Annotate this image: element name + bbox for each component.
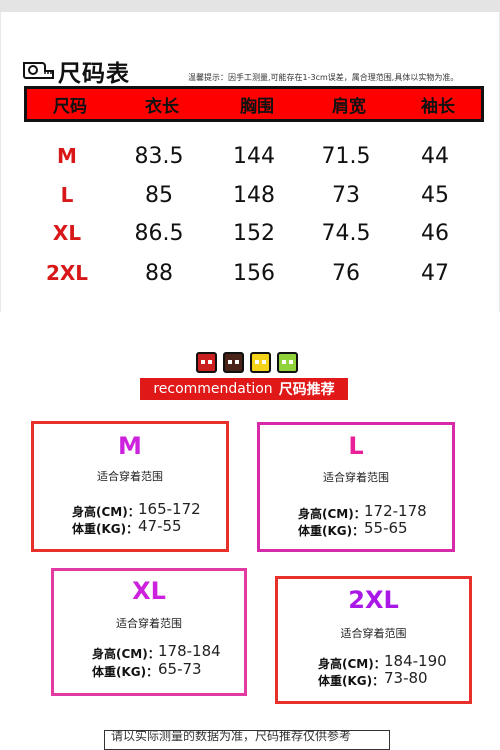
table-row: XL 86.5 152 74.5 46 (24, 215, 484, 251)
cell-length: 86.5 (134, 220, 184, 246)
size-chart-title: 尺码表 (58, 61, 130, 87)
cell-length: 85 (145, 182, 173, 208)
cell-sleeve: 45 (421, 182, 449, 208)
header-shoulder: 肩宽 (332, 96, 366, 117)
card-height-value: 178-184 (158, 642, 221, 660)
cell-size: L (60, 183, 74, 207)
table-row: 2XL 88 156 76 47 (24, 255, 484, 291)
cell-shoulder: 71.5 (321, 143, 371, 169)
card-weight-value: 47-55 (138, 517, 182, 535)
card-height-label: 身高(CM)： (92, 647, 160, 661)
card-height-label: 身高(CM)： (318, 657, 386, 671)
green-block-icon (277, 352, 298, 373)
size-table-header: 尺码 衣长 胸围 肩宽 袖长 (24, 86, 484, 122)
card-fit-range-label: 适合穿着范围 (323, 471, 389, 484)
table-row: M 83.5 144 71.5 44 (24, 138, 484, 174)
header-size: 尺码 (53, 96, 87, 117)
card-weight-value: 55-65 (364, 519, 408, 537)
header-length: 衣长 (145, 96, 179, 117)
cell-shoulder: 76 (332, 260, 360, 286)
card-fit-range-label: 适合穿着范围 (97, 470, 163, 483)
measuring-tape-icon (23, 62, 54, 79)
card-size-label: 2XL (348, 586, 399, 614)
card-size-label: XL (132, 577, 166, 605)
divider-left (0, 12, 1, 312)
cell-chest: 156 (233, 260, 275, 286)
size-chart-header: 尺码表 温馨提示：因手工测量,可能存在1-3cm误差，属合理范围,具体以实物为准… (22, 54, 492, 87)
size-card-m: M 适合穿着范围 身高(CM)： 165-172 体重(KG)： 47-55 (31, 421, 229, 552)
card-weight-label: 体重(KG)： (298, 524, 365, 538)
recommendation-icons (196, 352, 300, 374)
card-height-value: 184-190 (384, 652, 447, 670)
cell-chest: 152 (233, 220, 275, 246)
card-fit-range-label: 适合穿着范围 (340, 627, 407, 640)
table-row: L 85 148 73 45 (24, 177, 484, 213)
card-size-label: L (348, 432, 364, 460)
card-height-value: 165-172 (138, 500, 201, 518)
size-card-l: L 适合穿着范围 身高(CM)： 172-178 体重(KG)： 55-65 (257, 422, 455, 552)
card-height-value: 172-178 (364, 502, 427, 520)
card-height-label: 身高(CM)： (72, 505, 140, 519)
card-fit-range-label: 适合穿着范围 (116, 617, 182, 630)
cell-shoulder: 74.5 (321, 220, 371, 246)
cell-chest: 148 (233, 182, 275, 208)
footer-note: 请以实际测量的数据为准，尺码推荐仅供参考 (104, 730, 390, 750)
cell-length: 88 (145, 260, 173, 286)
recommendation-banner: recommendation 尺码推荐 (140, 378, 348, 400)
card-weight-value: 73-80 (384, 669, 428, 687)
recommendation-banner-en: recommendation (153, 381, 273, 397)
card-weight-value: 65-73 (158, 660, 202, 678)
cell-shoulder: 73 (332, 182, 360, 208)
header-chest: 胸围 (240, 96, 274, 117)
cell-size: M (57, 144, 77, 168)
brown-block-icon (223, 352, 244, 373)
card-height-label: 身高(CM)： (298, 507, 366, 521)
cell-sleeve: 46 (421, 220, 449, 246)
card-weight-label: 体重(KG)： (92, 665, 159, 679)
cell-sleeve: 44 (421, 143, 449, 169)
red-block-icon (196, 352, 217, 373)
yellow-block-icon (250, 352, 271, 373)
cell-size: XL (52, 221, 82, 245)
size-card-2xl: 2XL 适合穿着范围 身高(CM)： 184-190 体重(KG)： 73-80 (275, 576, 472, 704)
card-size-label: M (118, 432, 142, 460)
cell-sleeve: 47 (421, 260, 449, 286)
card-weight-label: 体重(KG)： (72, 522, 139, 536)
cell-length: 83.5 (134, 143, 184, 169)
header-sleeve: 袖长 (421, 96, 455, 117)
cell-size: 2XL (45, 261, 89, 285)
card-weight-label: 体重(KG)： (318, 674, 385, 688)
size-chart-note: 温馨提示：因手工测量,可能存在1-3cm误差，属合理范围,具体以实物为准。 (188, 73, 459, 82)
top-band (0, 0, 500, 12)
cell-chest: 144 (233, 143, 275, 169)
size-card-xl: XL 适合穿着范围 身高(CM)： 178-184 体重(KG)： 65-73 (51, 568, 247, 696)
recommendation-banner-cn: 尺码推荐 (278, 382, 335, 398)
